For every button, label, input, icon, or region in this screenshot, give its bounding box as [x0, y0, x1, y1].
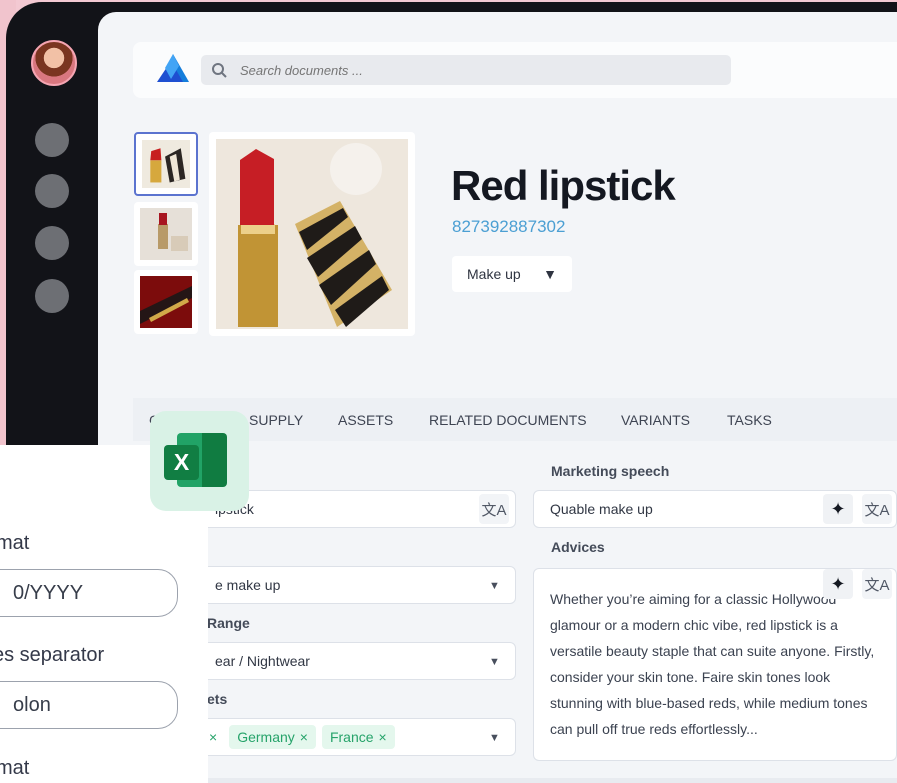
lipstick-thumbnail-image-1 [142, 140, 190, 188]
translate-icon[interactable]: 文A [862, 569, 892, 599]
market-chip-label: Germany [237, 729, 295, 745]
separator-value: olon [13, 693, 51, 716]
product-thumbnail-1[interactable] [134, 132, 198, 196]
search-bar[interactable] [201, 55, 731, 85]
sidebar-nav-item-4[interactable] [35, 279, 69, 313]
company-logo-icon[interactable] [154, 52, 192, 86]
chevron-down-icon: ▼ [543, 266, 557, 282]
advices-label: Advices [551, 539, 605, 555]
excel-export-button[interactable]: X [150, 411, 249, 511]
marketing-speech-label: Marketing speech [551, 463, 670, 479]
translate-icon[interactable]: 文A [479, 494, 509, 524]
user-avatar[interactable] [31, 40, 77, 86]
category-field[interactable]: e make up [198, 566, 516, 604]
red-lipstick-product-image [216, 139, 408, 329]
category-select[interactable]: Make up ▼ [452, 256, 572, 292]
markets-label: ets [207, 691, 228, 707]
search-input[interactable] [240, 62, 700, 78]
market-chip-germany: Germany × [229, 725, 316, 749]
date-format-value: 0/YYYY [13, 581, 84, 604]
tab-tasks[interactable]: TASKS [727, 412, 772, 428]
category-value: Make up [467, 266, 521, 282]
remove-previous-chip-icon[interactable]: × [209, 729, 217, 745]
tab-related-documents[interactable]: RELATED DOCUMENTS [429, 412, 587, 428]
lipstick-thumbnail-image-3 [140, 276, 192, 328]
format-label: mat [0, 757, 30, 779]
chevron-down-icon: ▼ [489, 580, 500, 592]
product-thumbnail-2[interactable] [134, 202, 198, 266]
tab-variants[interactable]: VARIANTS [621, 412, 690, 428]
separator-label: es separator [0, 644, 105, 666]
market-chip-france: France × [321, 725, 395, 749]
separator-input[interactable]: olon [0, 681, 178, 729]
chevron-down-icon: ▼ [489, 656, 500, 668]
date-format-input[interactable]: 0/YYYY [0, 569, 178, 617]
lipstick-thumbnail-image-2 [140, 208, 192, 260]
ai-sparkle-icon[interactable]: ✦ [823, 569, 853, 599]
markets-field[interactable]: × Germany × France × [198, 718, 516, 756]
excel-icon: X [164, 445, 199, 480]
product-code[interactable]: 827392887302 [452, 217, 565, 237]
main-product-image-card[interactable] [209, 132, 415, 336]
sidebar-nav-item-1[interactable] [35, 123, 69, 157]
search-icon [212, 62, 227, 78]
sidebar-nav-item-2[interactable] [35, 174, 69, 208]
range-label: Range [207, 615, 250, 631]
advices-text: Whether you’re aiming for a classic Holl… [550, 591, 875, 737]
sidebar-nav-item-3[interactable] [35, 226, 69, 260]
translate-icon[interactable]: 文A [862, 494, 892, 524]
remove-chip-icon[interactable]: × [300, 729, 308, 745]
range-value: ear / Nightwear [215, 653, 310, 669]
date-format-label: mat [0, 532, 30, 554]
tab-assets[interactable]: ASSETS [338, 412, 393, 428]
category-field-value: e make up [215, 577, 281, 593]
chevron-down-icon: ▼ [489, 732, 500, 744]
marketing-speech-value: Quable make up [550, 501, 653, 517]
ai-sparkle-icon[interactable]: ✦ [823, 494, 853, 524]
bottom-divider [208, 778, 897, 783]
market-chip-label: France [329, 729, 374, 745]
product-title: Red lipstick [451, 162, 676, 209]
range-field[interactable]: ear / Nightwear [198, 642, 516, 680]
product-thumbnail-3[interactable] [134, 270, 198, 334]
remove-chip-icon[interactable]: × [379, 729, 387, 745]
tab-supply[interactable]: SUPPLY [249, 412, 303, 428]
